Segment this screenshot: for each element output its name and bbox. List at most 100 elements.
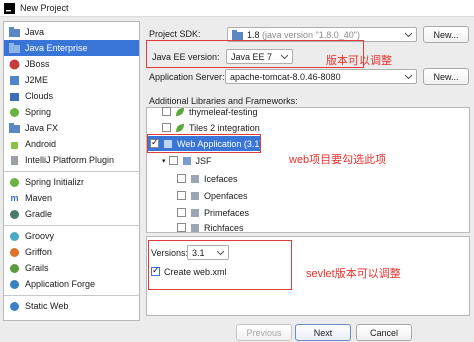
annotation-box <box>148 240 292 290</box>
sidebar-item-grails[interactable]: Grails <box>4 260 139 276</box>
chevron-down-icon <box>405 32 412 38</box>
sdk-detail: (java version "1.8.0_40") <box>262 29 360 40</box>
sidebar-item-static-web[interactable]: Static Web <box>4 298 139 314</box>
sidebar-item-spring[interactable]: Spring <box>4 104 139 120</box>
checkbox[interactable] <box>177 208 186 217</box>
server-select[interactable]: apache-tomcat-8.0.46-8080 <box>225 69 417 84</box>
spring-icon <box>9 177 20 188</box>
sidebar-item-label: JBoss <box>25 59 50 69</box>
sidebar-item-intellij-plugin[interactable]: IntelliJ Platform Plugin <box>4 152 139 168</box>
new-server-button[interactable]: New... <box>423 68 469 85</box>
lib-jsf[interactable]: ▾ JSF <box>162 153 212 168</box>
grails-icon <box>9 263 20 274</box>
library-icon <box>191 191 199 200</box>
lib-label: Openfaces <box>204 190 248 201</box>
sidebar-item-label: Clouds <box>25 91 54 101</box>
lib-label: Icefaces <box>204 173 238 184</box>
checkbox[interactable] <box>177 191 186 200</box>
sidebar-item-j2me[interactable]: J2ME <box>4 72 139 88</box>
tree-expand-icon[interactable]: ▾ <box>162 157 166 165</box>
library-icon <box>191 208 199 217</box>
cloud-icon <box>9 91 20 102</box>
server-value: apache-tomcat-8.0.46-8080 <box>230 71 341 82</box>
sidebar-item-label: Application Forge <box>25 279 96 289</box>
folder-icon <box>9 43 20 54</box>
sidebar-item-jboss[interactable]: JBoss <box>4 56 139 72</box>
folder-icon <box>9 123 20 134</box>
spring-icon <box>9 107 20 118</box>
lib-label: Primefaces <box>204 207 250 218</box>
sidebar-item-label: Static Web <box>25 301 69 311</box>
sidebar-item-label: IntelliJ Platform Plugin <box>25 155 115 165</box>
divider <box>4 171 139 172</box>
griffon-icon <box>9 247 20 258</box>
leaf-icon <box>176 123 184 132</box>
checkbox[interactable] <box>162 107 171 116</box>
project-type-list[interactable]: Java Java Enterprise JBoss J2ME Clouds S… <box>3 21 140 321</box>
sidebar-item-label: Gradle <box>25 209 53 219</box>
plugin-icon <box>9 155 20 166</box>
divider <box>4 225 139 226</box>
title-bar: New Project <box>0 0 474 17</box>
annotation-servlet: sevlet版本可以调整 <box>306 268 401 280</box>
chevron-down-icon <box>405 74 412 80</box>
new-sdk-button[interactable]: New... <box>423 26 469 43</box>
checkbox[interactable] <box>177 174 186 183</box>
annotation-box <box>147 134 261 153</box>
android-icon <box>9 139 20 150</box>
previous-button[interactable]: Previous <box>236 324 292 341</box>
forge-icon <box>9 279 20 290</box>
sidebar-item-groovy[interactable]: Groovy <box>4 228 139 244</box>
sidebar-item-gradle[interactable]: Gradle <box>4 206 139 222</box>
lib-label: Richfaces <box>204 222 244 233</box>
sidebar-item-label: Grails <box>25 263 49 273</box>
sidebar-item-label: Java FX <box>25 123 59 133</box>
sdk-label: Project SDK: <box>149 29 201 39</box>
sidebar-item-java-enterprise[interactable]: Java Enterprise <box>4 40 139 56</box>
checkbox[interactable] <box>168 156 178 165</box>
sidebar-item-label: Java <box>25 27 45 37</box>
intellij-icon <box>4 2 15 14</box>
sidebar-item-label: Maven <box>25 193 53 203</box>
checkbox[interactable] <box>177 223 186 232</box>
sidebar-item-maven[interactable]: m Maven <box>4 190 139 206</box>
folder-icon <box>232 29 243 40</box>
sdk-value: 1.8 <box>247 29 260 40</box>
lib-thymeleaf-testing[interactable]: thymeleaf-testing <box>162 104 258 119</box>
folder-icon <box>9 27 20 38</box>
lib-label: Tiles 2 integration <box>189 122 260 133</box>
lib-tiles[interactable]: Tiles 2 integration <box>162 120 260 135</box>
sidebar-item-label: Spring <box>25 107 52 117</box>
next-button[interactable]: Next <box>295 324 351 341</box>
checkbox[interactable] <box>162 123 171 132</box>
lib-primefaces[interactable]: Primefaces <box>177 205 249 220</box>
lib-label: thymeleaf-testing <box>189 106 258 117</box>
sidebar-item-label: Java Enterprise <box>25 43 88 53</box>
sidebar-item-label: J2ME <box>25 75 49 85</box>
lib-openfaces[interactable]: Openfaces <box>177 188 248 203</box>
cancel-button[interactable]: Cancel <box>356 324 412 341</box>
sidebar-item-label: Groovy <box>25 231 55 241</box>
lib-richfaces[interactable]: Richfaces <box>177 222 244 233</box>
web-icon <box>9 301 20 312</box>
gradle-icon <box>9 209 20 220</box>
sidebar-item-griffon[interactable]: Griffon <box>4 244 139 260</box>
divider <box>4 295 139 296</box>
sidebar-item-spring-initializr[interactable]: Spring Initializr <box>4 174 139 190</box>
window-title: New Project <box>20 3 69 13</box>
library-icon <box>191 223 199 232</box>
j2me-icon <box>9 75 20 86</box>
sidebar-item-label: Android <box>25 139 57 149</box>
sidebar-item-javafx[interactable]: Java FX <box>4 120 139 136</box>
sidebar-item-label: Spring Initializr <box>25 177 85 187</box>
lib-icefaces[interactable]: Icefaces <box>177 171 238 186</box>
sidebar-item-java[interactable]: Java <box>4 24 139 40</box>
server-label: Application Server: <box>149 72 225 82</box>
lib-label: JSF <box>195 155 212 166</box>
sidebar-item-android[interactable]: Android <box>4 136 139 152</box>
maven-icon: m <box>10 193 19 203</box>
sidebar-item-clouds[interactable]: Clouds <box>4 88 139 104</box>
sidebar-item-label: Griffon <box>25 247 52 257</box>
annotation-webapp: web项目要勾选此项 <box>289 154 387 166</box>
sidebar-item-application-forge[interactable]: Application Forge <box>4 276 139 292</box>
